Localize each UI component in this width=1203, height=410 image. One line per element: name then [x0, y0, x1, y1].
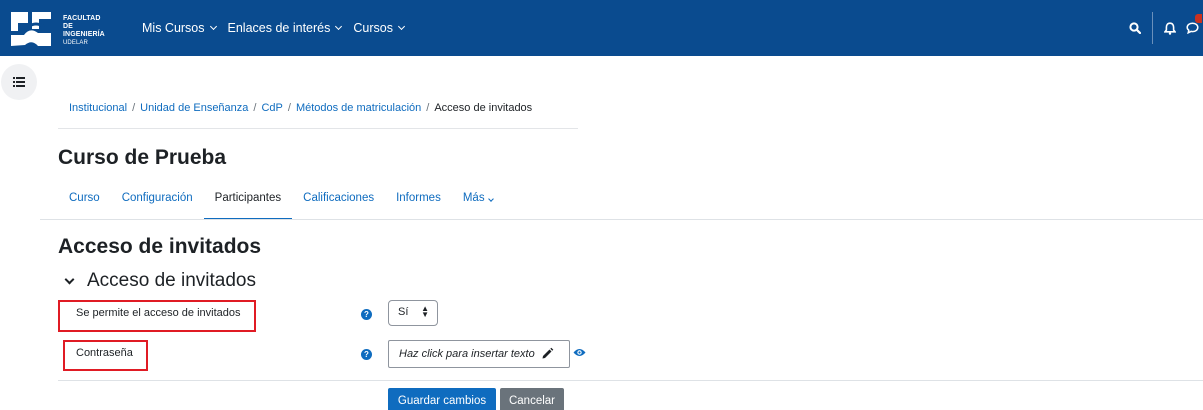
chevron-down-icon [487, 196, 494, 202]
menu-enlaces[interactable]: Enlaces de interés [227, 21, 343, 35]
bell-icon[interactable] [1159, 0, 1181, 56]
breadcrumb-item-cdp[interactable]: CdP [261, 102, 282, 114]
top-navbar: FACULTAD DE INGENIERÍA UDELAR Mis Cursos… [0, 0, 1203, 56]
logo-line-1: FACULTAD DE [63, 15, 101, 30]
menu-cursos[interactable]: Cursos [353, 21, 405, 35]
save-button[interactable]: Guardar cambios [388, 388, 496, 410]
breadcrumb-item-metodos[interactable]: Métodos de matriculación [296, 102, 421, 114]
tabs-divider [40, 219, 1203, 220]
tab-configuracion[interactable]: Configuración [111, 184, 204, 220]
form-divider [58, 380, 1203, 381]
breadcrumb-item-institucional[interactable]: Institucional [69, 102, 127, 114]
navbar-actions [1124, 0, 1203, 56]
logo-text: FACULTAD DE INGENIERÍA UDELAR [63, 15, 108, 47]
chevron-down-icon [64, 274, 75, 284]
tab-mas[interactable]: Más [452, 184, 504, 220]
menu-enlaces-label: Enlaces de interés [227, 21, 331, 35]
tab-calificaciones[interactable]: Calificaciones [292, 184, 385, 220]
logo-line-2: INGENIERÍA [63, 31, 105, 38]
course-title: Curso de Prueba [58, 146, 227, 169]
list-icon [13, 77, 25, 87]
notification-badge [1195, 14, 1202, 23]
logo-mark [8, 9, 54, 49]
logo-line-3: UDELAR [63, 40, 88, 46]
navbar-divider [1152, 12, 1153, 44]
guest-access-select[interactable]: Sí ▲ ▼ [388, 300, 438, 326]
password-placeholder: Haz click para insertar texto [399, 348, 535, 360]
chevron-down-icon [335, 22, 343, 31]
tab-participantes[interactable]: Participantes [203, 184, 293, 220]
guest-access-label: Se permite el acceso de invitados [76, 307, 241, 319]
breadcrumb-separator: / [253, 102, 257, 114]
tab-mas-label: Más [462, 192, 485, 204]
select-arrows-icon: ▲ ▼ [421, 304, 429, 319]
tab-informes[interactable]: Informes [385, 184, 452, 220]
guest-access-value: Sí [398, 306, 409, 318]
breadcrumb-item-current: Acceso de invitados [434, 102, 533, 114]
breadcrumb: Institucional / Unidad de Enseñanza / CdP / Mé… [69, 102, 532, 114]
section-toggle[interactable]: Acceso de invitados [60, 270, 256, 292]
menu-mis-cursos-label: Mis Cursos [142, 21, 205, 35]
breadcrumb-item-unidad[interactable]: Unidad de Enseñanza [140, 102, 248, 114]
breadcrumb-divider [58, 128, 578, 129]
pencil-icon[interactable] [541, 347, 554, 360]
menu-cursos-label: Cursos [353, 21, 393, 35]
tab-curso[interactable]: Curso [58, 184, 111, 220]
search-icon[interactable] [1124, 0, 1146, 56]
chevron-down-icon [397, 22, 405, 31]
secondary-navigation: Curso Configuración Participantes Califi… [58, 184, 504, 220]
password-label: Contraseña [76, 347, 133, 359]
page-heading: Acceso de invitados [58, 235, 262, 258]
question-circle-icon[interactable]: ? [361, 349, 372, 360]
menu-mis-cursos[interactable]: Mis Cursos [142, 21, 217, 35]
breadcrumb-separator: / [287, 102, 291, 114]
section-title: Acceso de invitados [87, 270, 256, 291]
cancel-button[interactable]: Cancelar [500, 388, 564, 410]
chevron-down-icon [209, 22, 217, 31]
breadcrumb-separator: / [426, 102, 430, 114]
chat-icon[interactable] [1181, 0, 1203, 56]
primary-menu: Mis Cursos Enlaces de interés Cursos [142, 0, 405, 56]
question-circle-icon[interactable]: ? [361, 309, 372, 320]
eye-icon[interactable] [573, 347, 586, 358]
course-index-toggle[interactable] [1, 64, 37, 100]
breadcrumb-separator: / [132, 102, 136, 114]
faculty-logo[interactable]: FACULTAD DE INGENIERÍA UDELAR [8, 9, 108, 49]
